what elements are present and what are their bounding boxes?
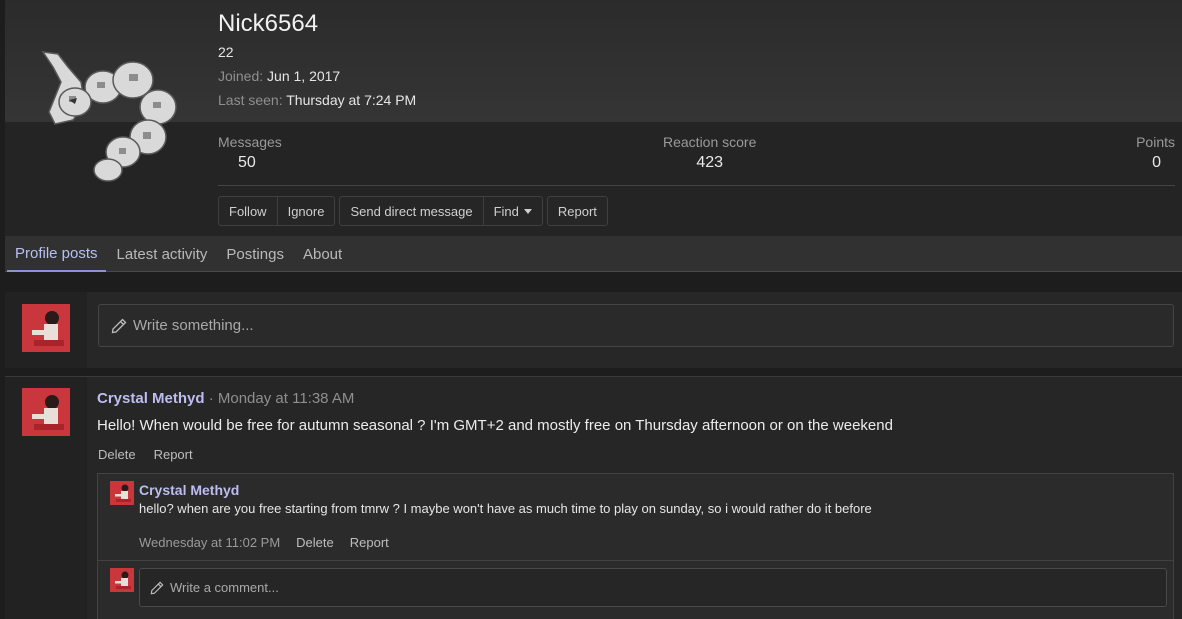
tab-profile-posts[interactable]: Profile posts (7, 236, 106, 272)
follow-button[interactable]: Follow (219, 197, 278, 225)
profile-post-composer: Write something... (5, 292, 1182, 368)
stat-messages[interactable]: Messages 50 (218, 134, 282, 172)
report-group: Report (546, 196, 608, 226)
user-title: 22 (218, 44, 234, 60)
reply-placeholder: Write a comment... (170, 580, 279, 595)
message-find-group: Send direct message Find (339, 196, 543, 226)
meta-separator: · (204, 390, 218, 407)
profile-header: Nick6564 22 Joined: Jun 1, 2017 Last see… (5, 0, 1182, 236)
comment-body: hello? when are you free starting from t… (139, 501, 872, 516)
profile-avatar[interactable] (33, 42, 183, 182)
post-author-link[interactable]: Crystal Methyd (97, 390, 205, 407)
post-body: Hello! When would be free for autumn sea… (97, 417, 893, 434)
comment-delete-link[interactable]: Delete (296, 535, 334, 550)
composer-placeholder: Write something... (133, 317, 254, 334)
profile-post: Crystal Methyd · Monday at 11:38 AM Hell… (5, 376, 1182, 619)
pencil-icon (111, 318, 127, 333)
post-report-link[interactable]: Report (154, 447, 193, 462)
stat-points[interactable]: Points 0 (1136, 134, 1175, 172)
stat-value: 50 (238, 154, 256, 171)
last-seen-label: Last seen: (218, 92, 283, 108)
send-direct-message-button[interactable]: Send direct message (340, 197, 484, 225)
profile-tabs: Profile posts Latest activity Postings A… (5, 236, 1182, 272)
tab-about[interactable]: About (295, 236, 350, 272)
stat-label: Points (1136, 134, 1175, 150)
post-author-avatar[interactable] (22, 388, 70, 436)
post-meta: Crystal Methyd · Monday at 11:38 AM (97, 390, 354, 407)
last-seen-info: Last seen: Thursday at 7:24 PM (218, 92, 416, 108)
post-actions: Delete Report (98, 447, 193, 462)
write-something-input[interactable]: Write something... (98, 304, 1174, 347)
write-comment-input[interactable]: Write a comment... (139, 568, 1167, 607)
comment: Crystal Methyd hello? when are you free … (97, 473, 1174, 561)
comment-timestamp[interactable]: Wednesday at 11:02 PM (139, 535, 280, 550)
joined-value[interactable]: Jun 1, 2017 (267, 68, 340, 84)
comment-author-avatar[interactable] (110, 481, 134, 505)
caret-down-icon (523, 208, 532, 214)
joined-label: Joined: (218, 68, 264, 84)
comment-reply-area: Write a comment... (97, 561, 1174, 619)
report-profile-button[interactable]: Report (548, 197, 607, 225)
tab-postings[interactable]: Postings (218, 236, 292, 272)
ignore-button[interactable]: Ignore (278, 197, 335, 225)
follow-ignore-group: Follow Ignore (218, 196, 336, 226)
post-timestamp[interactable]: Monday at 11:38 AM (218, 390, 354, 407)
reply-user-avatar[interactable] (110, 568, 134, 592)
comment-footer: Wednesday at 11:02 PM Delete Report (139, 535, 389, 550)
find-dropdown-button[interactable]: Find (484, 197, 542, 225)
pencil-icon (150, 581, 164, 594)
find-label: Find (493, 203, 519, 219)
stat-label: Reaction score (663, 134, 757, 150)
stat-label: Messages (218, 134, 282, 150)
comment-report-link[interactable]: Report (350, 535, 389, 550)
stat-value: 0 (1152, 154, 1161, 171)
tab-latest-activity[interactable]: Latest activity (109, 236, 216, 272)
profile-actions: Follow Ignore Send direct message Find R… (218, 196, 608, 226)
composer-avatar-column (5, 292, 87, 368)
stat-reaction-score[interactable]: Reaction score 423 (663, 134, 756, 172)
comment-author-link[interactable]: Crystal Methyd (139, 482, 239, 498)
joined-info: Joined: Jun 1, 2017 (218, 68, 340, 84)
last-seen-value[interactable]: Thursday at 7:24 PM (286, 92, 416, 108)
current-user-avatar[interactable] (22, 304, 70, 352)
post-avatar-column (5, 377, 87, 619)
profile-stats: Messages 50 Reaction score 423 Points 0 (218, 134, 1175, 186)
post-delete-link[interactable]: Delete (98, 447, 136, 462)
stat-value: 423 (696, 154, 724, 171)
profile-username: Nick6564 (218, 10, 319, 37)
